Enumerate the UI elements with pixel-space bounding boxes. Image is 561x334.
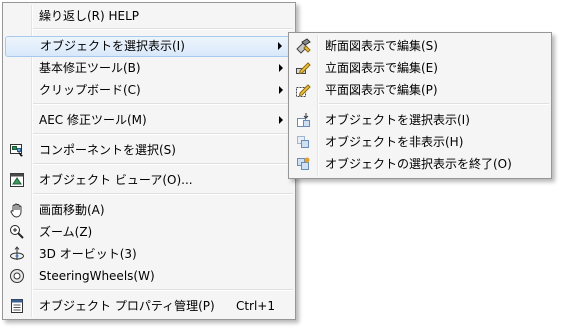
submenu-arrow-icon — [279, 64, 283, 72]
menu-item-clipboard[interactable]: クリップボード(C) — [5, 80, 293, 100]
menu-item-label: AEC 修正ツール(M) — [39, 113, 147, 127]
menu-item-label: 基本修正ツール(B) — [39, 61, 141, 75]
menu-item-zoom[interactable]: ズーム(Z) — [5, 222, 293, 242]
menu-item-label: コンポーネントを選択(S) — [39, 143, 176, 157]
menu-item-label: 断面図表示で編集(S) — [325, 39, 438, 53]
zoom-magnifier-icon — [9, 224, 25, 240]
menu-separator — [33, 193, 293, 195]
menu-item-label: オブジェクトの選択表示を終了(O) — [325, 157, 512, 171]
menu-item-label: オブジェクトを選択表示(I) — [40, 39, 185, 53]
menu-separator — [33, 103, 293, 105]
menu-item-repeat-help[interactable]: 繰り返し(R) HELP — [5, 6, 293, 26]
menu-item-steering-wheels[interactable]: SteeringWheels(W) — [5, 266, 293, 286]
menu-item-label: ズーム(Z) — [39, 225, 93, 239]
object-viewer-icon — [9, 172, 25, 188]
plan-edit-icon — [295, 82, 311, 98]
component-select-icon — [9, 142, 25, 158]
submenu-arrow-icon — [279, 116, 283, 124]
submenu-item-end-isolation[interactable]: オブジェクトの選択表示を終了(O) — [291, 154, 549, 174]
end-isolation-icon — [295, 156, 311, 172]
menu-item-label: オブジェクトを選択表示(I) — [325, 113, 470, 127]
menu-item-object-viewer[interactable]: オブジェクト ビューア(O)... — [5, 170, 293, 190]
hide-objects-icon — [295, 134, 311, 150]
menu-item-aec-modify-tools[interactable]: AEC 修正ツール(M) — [5, 110, 293, 130]
menu-separator — [33, 289, 293, 291]
submenu-item-isolate-objects[interactable]: オブジェクトを選択表示(I) — [291, 110, 549, 130]
orbit-icon — [9, 246, 25, 262]
menu-separator — [33, 163, 293, 165]
menu-item-label: オブジェクト プロパティ管理(P) — [39, 299, 215, 313]
submenu-item-hide-objects[interactable]: オブジェクトを非表示(H) — [291, 132, 549, 152]
menu-item-3d-orbit[interactable]: 3D オービット(3) — [5, 244, 293, 264]
menu-item-label: 画面移動(A) — [39, 203, 105, 217]
menu-item-isolate-objects[interactable]: オブジェクトを選択表示(I) — [5, 36, 293, 57]
isolate-objects-icon — [295, 112, 311, 128]
submenu-arrow-icon — [278, 42, 282, 50]
menu-item-label: クリップボード(C) — [39, 83, 141, 97]
menu-item-label: 平面図表示で編集(P) — [325, 83, 438, 97]
menu-item-select-component[interactable]: コンポーネントを選択(S) — [5, 140, 293, 160]
menu-separator — [319, 103, 549, 105]
submenu-arrow-icon — [279, 86, 283, 94]
shortcut-text: Ctrl+1 — [235, 299, 275, 313]
hand-pan-icon — [9, 202, 25, 218]
menu-item-label: オブジェクトを非表示(H) — [325, 135, 464, 149]
menu-item-label: 3D オービット(3) — [39, 247, 137, 261]
menu-separator — [33, 28, 293, 30]
menu-item-label: 繰り返し(R) HELP — [39, 9, 140, 23]
menu-item-basic-modify-tools[interactable]: 基本修正ツール(B) — [5, 58, 293, 78]
menu-item-properties[interactable]: オブジェクト プロパティ管理(P) Ctrl+1 — [5, 296, 293, 316]
menu-item-label: SteeringWheels(W) — [39, 269, 155, 283]
submenu-item-edit-in-plan[interactable]: 平面図表示で編集(P) — [291, 80, 549, 100]
elevation-edit-icon — [295, 60, 311, 76]
menu-separator — [33, 133, 293, 135]
properties-palette-icon — [9, 298, 25, 314]
submenu-item-edit-in-elevation[interactable]: 立面図表示で編集(E) — [291, 58, 549, 78]
section-edit-icon — [295, 38, 311, 54]
menu-item-label: オブジェクト ビューア(O)... — [39, 173, 193, 187]
menu-item-pan[interactable]: 画面移動(A) — [5, 200, 293, 220]
submenu-isolate-objects: 断面図表示で編集(S) 立面図表示で編集(E) 平面図表示で編集(P) オブジェ… — [288, 32, 552, 179]
menu-item-label: 立面図表示で編集(E) — [325, 61, 438, 75]
submenu-item-edit-in-section[interactable]: 断面図表示で編集(S) — [291, 36, 549, 56]
steering-wheel-icon — [9, 268, 25, 284]
context-menu: 繰り返し(R) HELP オブジェクトを選択表示(I) 基本修正ツール(B) ク… — [2, 2, 296, 320]
